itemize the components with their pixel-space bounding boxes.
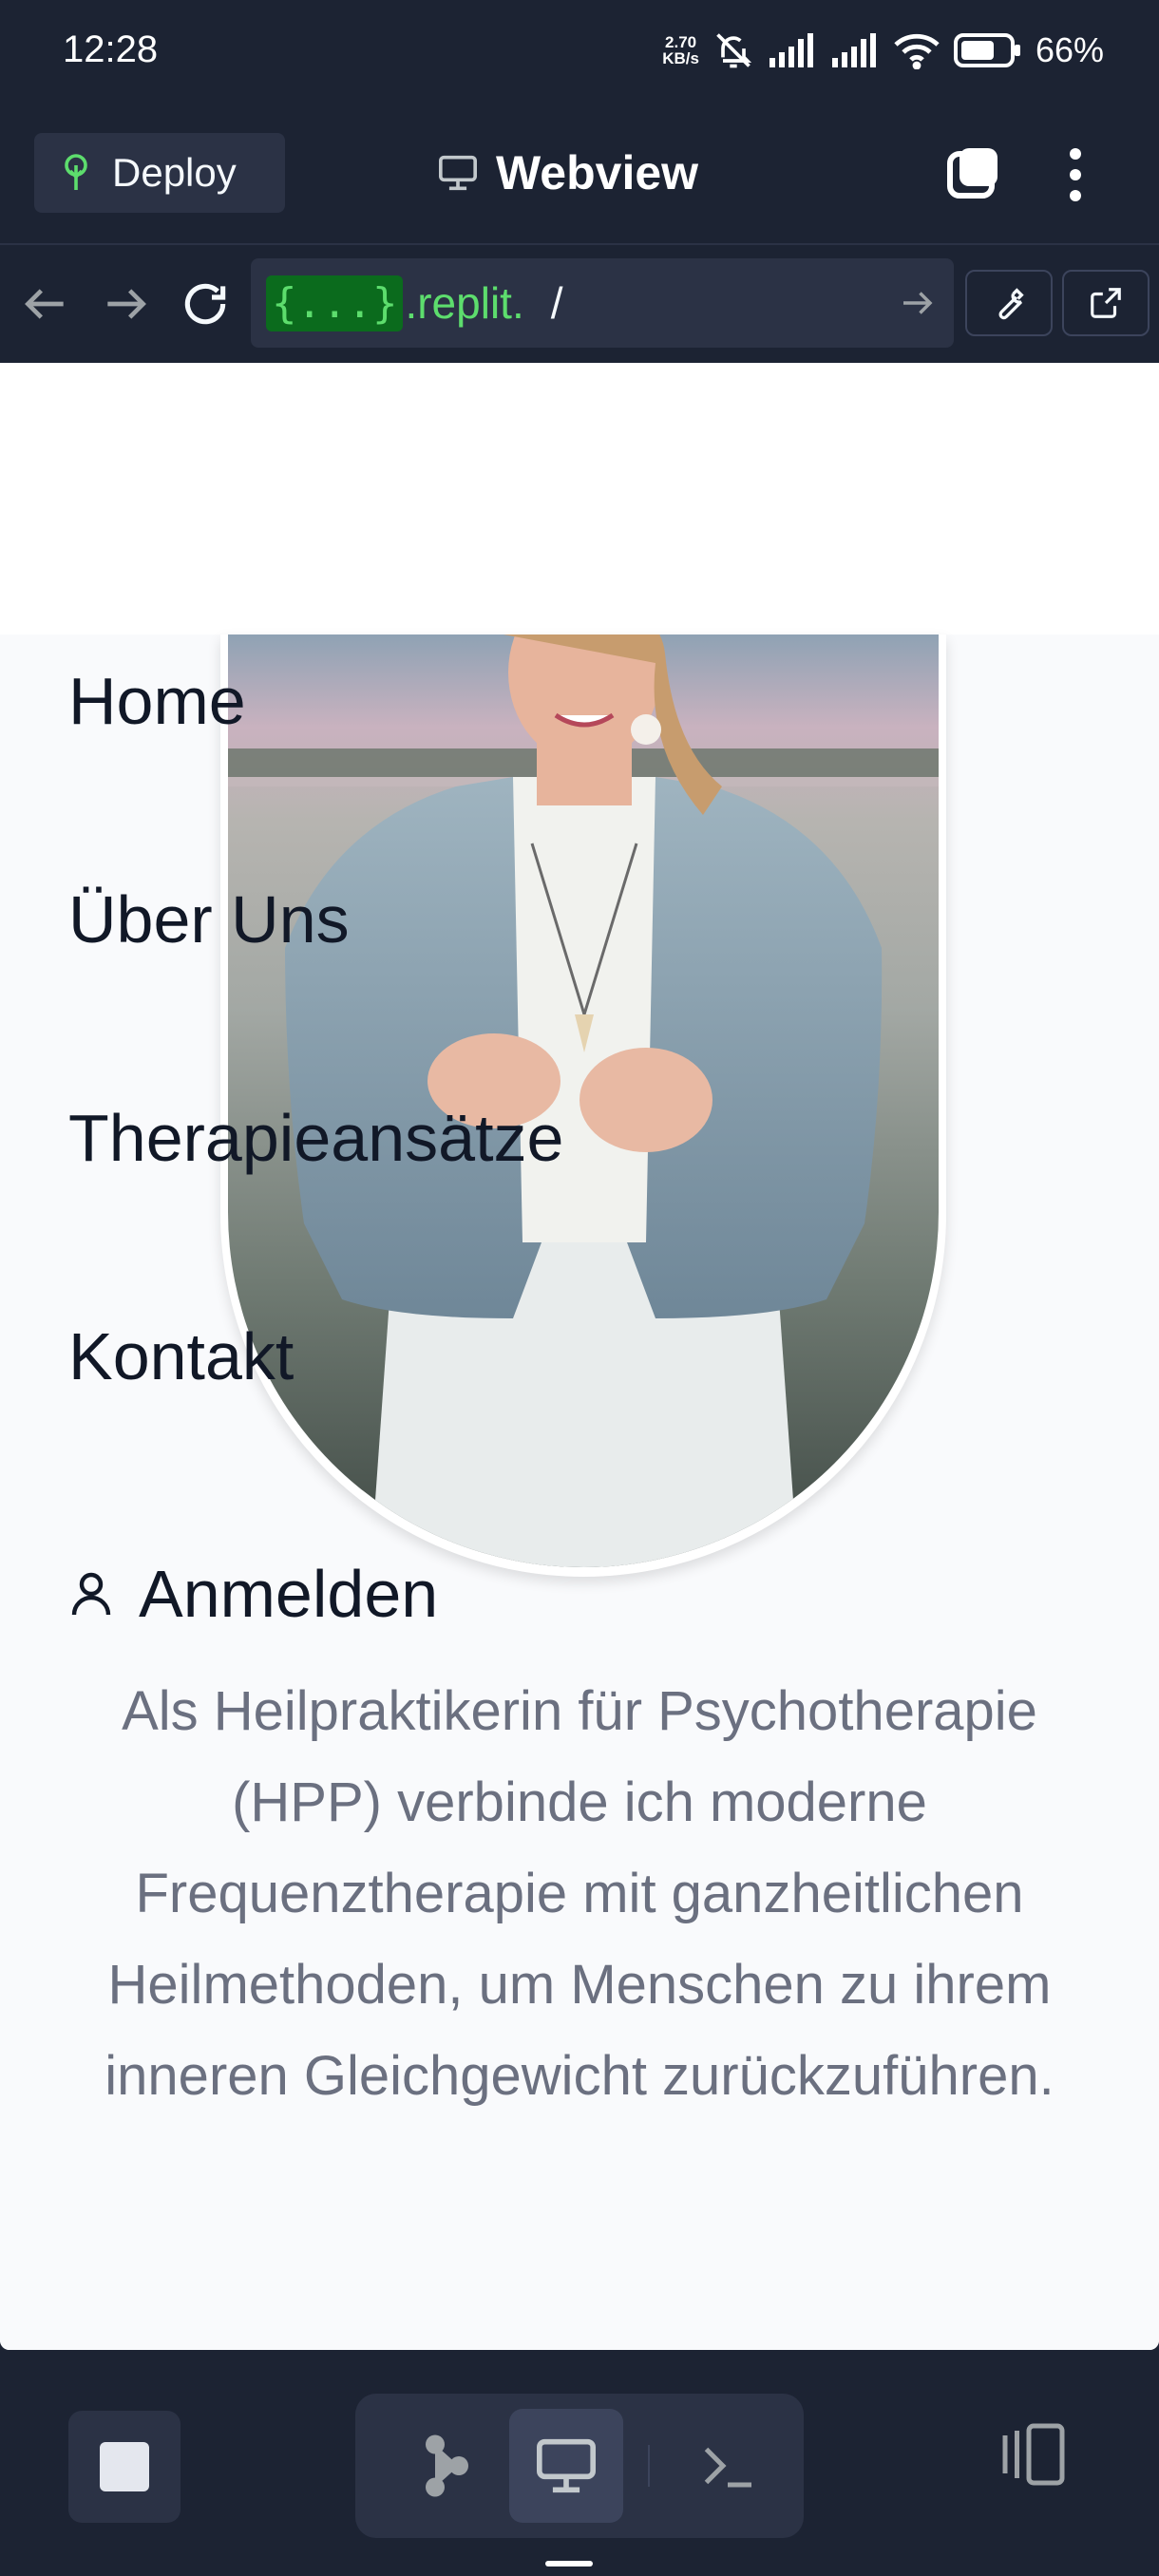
shell-button[interactable] — [671, 2409, 785, 2523]
status-icons: 2.70 KB/s 66% — [662, 27, 1104, 74]
monitor-icon — [439, 155, 477, 191]
reload-icon[interactable] — [179, 277, 232, 331]
external-link-icon — [1091, 288, 1121, 318]
webview-title: Webview — [437, 142, 698, 203]
login-link[interactable]: Anmelden — [68, 1554, 438, 1634]
menu-item-kontakt[interactable]: Kontakt — [68, 1318, 294, 1394]
url-bar: {...} .replit. / — [0, 245, 1159, 363]
kebab-icon[interactable] — [1054, 144, 1096, 205]
wifi-icon — [894, 33, 940, 69]
split-layout-icon[interactable] — [996, 2416, 1072, 2492]
webview-content: Home Über Uns Therapieansätze Kontakt An… — [0, 363, 1159, 2350]
url-repl-badge: {...} — [266, 275, 404, 331]
stop-icon — [100, 2442, 149, 2491]
url-field[interactable]: {...} .replit. / — [251, 258, 954, 348]
go-arrow-icon[interactable] — [897, 283, 937, 323]
status-time: 12:28 — [63, 28, 159, 70]
workflow-icon — [426, 2434, 468, 2497]
open-external-button[interactable] — [1062, 270, 1150, 336]
url-path: / — [550, 278, 563, 328]
deploy-label: Deploy — [112, 150, 237, 195]
terminal-icon — [704, 2447, 751, 2488]
tabs-icon[interactable] — [944, 144, 1001, 201]
devtools-button[interactable] — [965, 270, 1053, 336]
menu-item-home[interactable]: Home — [68, 663, 246, 739]
network-speed-unit: KB/s — [662, 49, 699, 67]
pane-switcher — [355, 2394, 804, 2538]
deploy-button[interactable]: Deploy — [34, 133, 285, 213]
wrench-icon — [998, 288, 1024, 320]
monitor-icon — [537, 2438, 596, 2493]
stop-button[interactable] — [68, 2411, 180, 2523]
signal-icon-2 — [831, 33, 876, 67]
menu-item-therapieansaetze[interactable]: Therapieansätze — [68, 1100, 563, 1176]
deploy-tree-icon — [65, 154, 87, 190]
bottom-toolbar — [0, 2350, 1159, 2576]
network-speed-value: 2.70 — [665, 33, 697, 51]
login-label: Anmelden — [139, 1557, 439, 1631]
intro-text: Als Heilpraktikerin für Psychotherapie (… — [104, 1680, 1054, 2107]
site-header — [0, 363, 1159, 635]
workflow-button[interactable] — [388, 2409, 502, 2523]
arrow-left-icon[interactable] — [19, 277, 72, 331]
url-host: .replit. — [405, 278, 524, 328]
menu-item-ueber-uns[interactable]: Über Uns — [68, 881, 350, 957]
battery-percentage: 66% — [1035, 30, 1104, 69]
arrow-right-icon[interactable] — [99, 277, 152, 331]
signal-icon — [769, 33, 813, 67]
webview-title-text: Webview — [496, 146, 699, 199]
network-speed: 2.70 KB/s — [662, 34, 699, 66]
battery-icon — [953, 33, 1020, 67]
user-icon — [71, 1572, 111, 1616]
toolbar-divider — [648, 2445, 650, 2487]
mute-bell-icon — [716, 33, 752, 68]
home-indicator — [545, 2561, 593, 2567]
replit-header: Deploy Webview — [0, 103, 1159, 245]
status-bar: 12:28 2.70 KB/s 66% — [0, 0, 1159, 103]
webview-pane-button[interactable] — [509, 2409, 623, 2523]
